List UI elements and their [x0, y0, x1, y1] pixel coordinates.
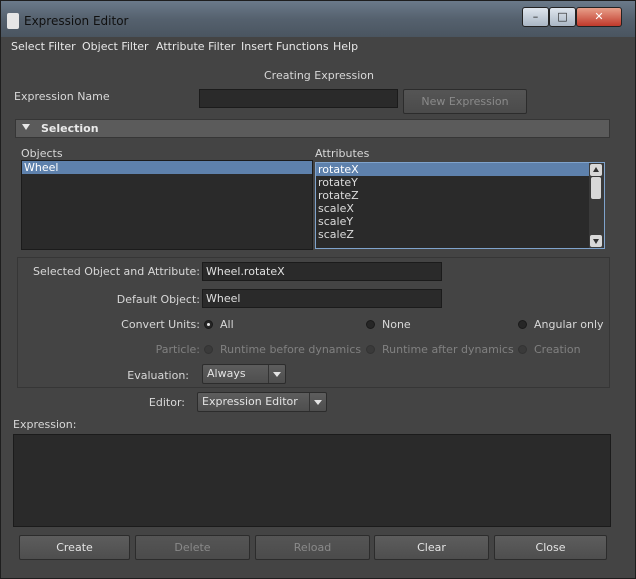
- convert-units-none-radio[interactable]: [366, 320, 375, 329]
- default-object-field[interactable]: Wheel: [202, 289, 442, 308]
- app-icon: [7, 13, 19, 29]
- window-title: Expression Editor: [24, 14, 129, 28]
- editor-value: Expression Editor: [202, 395, 298, 408]
- selected-object-attribute-field[interactable]: Wheel.rotateX: [202, 262, 442, 281]
- menu-insert-functions[interactable]: Insert Functions: [241, 40, 329, 53]
- expression-editor-window: Expression Editor – □ ✕ Select Filter Ob…: [0, 0, 636, 579]
- menu-select-filter[interactable]: Select Filter: [11, 40, 76, 53]
- particle-before-radio[interactable]: [204, 345, 213, 354]
- list-item[interactable]: scaleZ: [316, 228, 604, 241]
- evaluation-label: Evaluation:: [127, 369, 189, 382]
- menu-object-filter[interactable]: Object Filter: [82, 40, 149, 53]
- expression-label: Expression:: [13, 418, 77, 431]
- scroll-down-icon[interactable]: [590, 235, 602, 247]
- new-expression-button[interactable]: New Expression: [403, 89, 527, 114]
- expression-name-input[interactable]: [199, 89, 398, 108]
- attributes-label: Attributes: [315, 147, 370, 160]
- selected-object-attribute-label: Selected Object and Attribute:: [33, 265, 200, 278]
- chevron-down-icon: [309, 393, 326, 411]
- close-button[interactable]: Close: [494, 535, 607, 560]
- menu-bar: Select Filter Object Filter Attribute Fi…: [5, 37, 627, 57]
- convert-units-none-label: None: [382, 318, 411, 331]
- delete-button[interactable]: Delete: [135, 535, 250, 560]
- evaluation-dropdown[interactable]: Always: [202, 364, 286, 384]
- list-item[interactable]: rotateX: [316, 163, 589, 176]
- evaluation-value: Always: [207, 367, 246, 380]
- objects-list[interactable]: Wheel: [21, 160, 313, 250]
- scroll-up-icon[interactable]: [590, 164, 602, 176]
- editor-dropdown[interactable]: Expression Editor: [197, 392, 327, 412]
- maximize-button[interactable]: □: [549, 7, 576, 27]
- convert-units-all-radio[interactable]: [204, 320, 213, 329]
- close-window-button[interactable]: ✕: [576, 7, 622, 27]
- expression-name-label: Expression Name: [14, 90, 110, 103]
- menu-help[interactable]: Help: [333, 40, 358, 53]
- client-area: Select Filter Object Filter Attribute Fi…: [5, 37, 627, 575]
- selection-section-title: Selection: [41, 122, 99, 135]
- default-object-label: Default Object:: [116, 293, 200, 306]
- status-text: Creating Expression: [264, 69, 374, 82]
- particle-after-label: Runtime after dynamics: [382, 343, 514, 356]
- list-item[interactable]: Wheel: [22, 161, 312, 174]
- attributes-scrollbar[interactable]: [589, 163, 604, 248]
- objects-label: Objects: [21, 147, 63, 160]
- minimize-button[interactable]: –: [522, 7, 549, 27]
- particle-creation-radio[interactable]: [518, 345, 527, 354]
- particle-creation-label: Creation: [534, 343, 581, 356]
- convert-units-angular-radio[interactable]: [518, 320, 527, 329]
- chevron-down-icon: [268, 365, 285, 383]
- reload-button[interactable]: Reload: [255, 535, 370, 560]
- particle-after-radio[interactable]: [366, 345, 375, 354]
- list-item[interactable]: scaleY: [316, 215, 604, 228]
- selection-section-header[interactable]: Selection: [15, 119, 610, 138]
- list-item[interactable]: scaleX: [316, 202, 604, 215]
- convert-units-label: Convert Units:: [121, 318, 200, 331]
- particle-before-label: Runtime before dynamics: [220, 343, 362, 356]
- create-button[interactable]: Create: [19, 535, 130, 560]
- title-bar[interactable]: Expression Editor – □ ✕: [1, 1, 635, 37]
- convert-units-all-label: All: [220, 318, 234, 331]
- expression-text-area[interactable]: [13, 434, 611, 527]
- clear-button[interactable]: Clear: [374, 535, 489, 560]
- particle-label: Particle:: [155, 343, 200, 356]
- list-item[interactable]: rotateZ: [316, 189, 604, 202]
- scroll-thumb[interactable]: [591, 177, 601, 199]
- editor-label: Editor:: [148, 396, 185, 409]
- collapse-arrow-icon: [22, 124, 30, 130]
- menu-attribute-filter[interactable]: Attribute Filter: [156, 40, 235, 53]
- attributes-list[interactable]: rotateX rotateY rotateZ scaleX scaleY sc…: [315, 162, 605, 249]
- convert-units-angular-label: Angular only: [534, 318, 604, 331]
- list-item[interactable]: rotateY: [316, 176, 604, 189]
